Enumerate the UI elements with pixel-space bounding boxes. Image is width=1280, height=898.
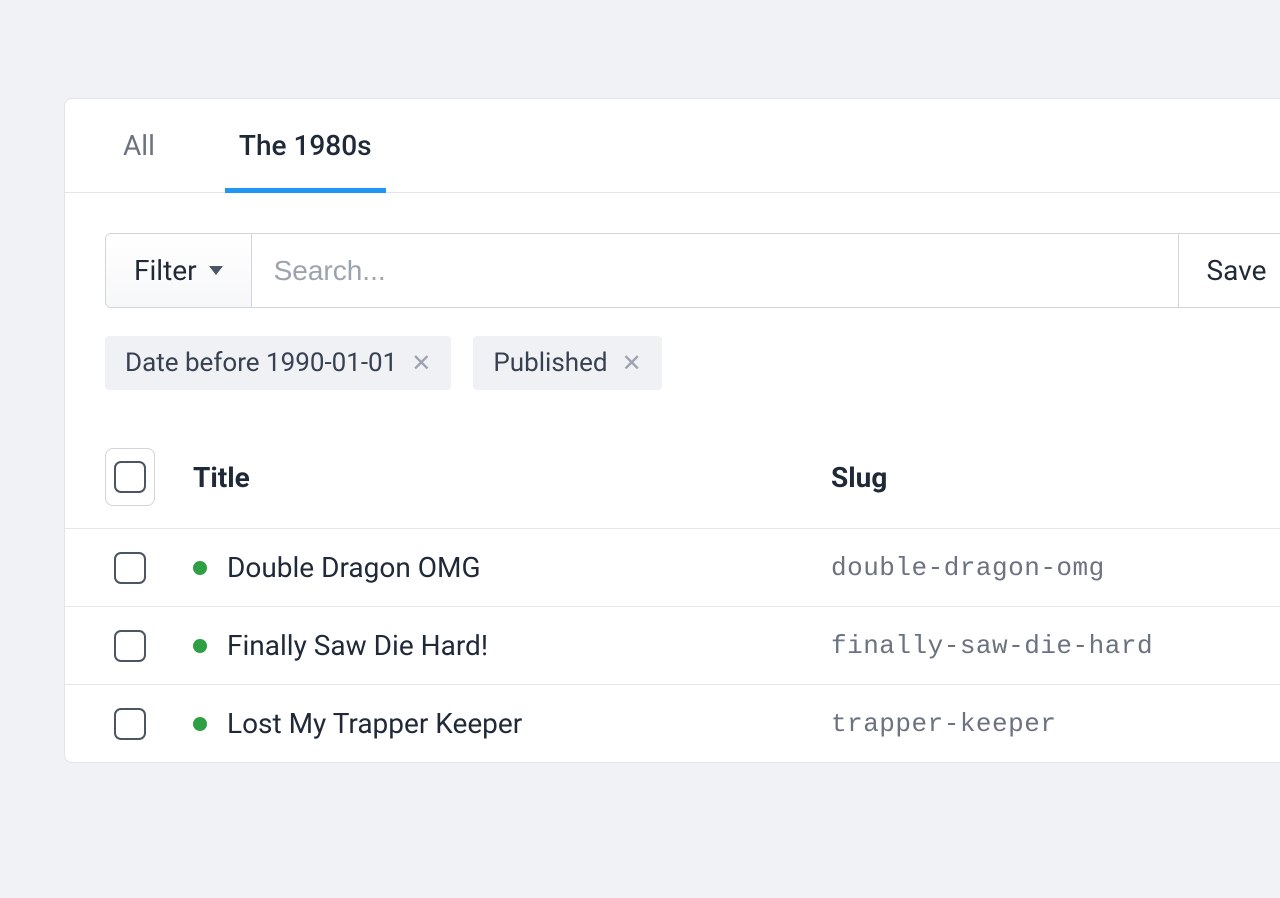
row-checkbox[interactable] [114, 630, 146, 662]
row-checkbox-cell [105, 708, 155, 740]
row-slug: finally-saw-die-hard [831, 631, 1280, 661]
row-checkbox[interactable] [114, 552, 146, 584]
table-row[interactable]: Double Dragon OMG double-dragon-omg [65, 528, 1280, 606]
tabs-bar: All The 1980s [65, 99, 1280, 193]
chip-label: Date before 1990-01-01 [125, 348, 397, 378]
filter-chips: Date before 1990-01-01 ✕ Published ✕ [65, 308, 1280, 426]
row-checkbox[interactable] [114, 708, 146, 740]
filter-label: Filter [134, 254, 197, 287]
table-row[interactable]: Finally Saw Die Hard! finally-saw-die-ha… [65, 606, 1280, 684]
row-checkbox-cell [105, 552, 155, 584]
column-header-title[interactable]: Title [183, 461, 803, 494]
table-row[interactable]: Lost My Trapper Keeper trapper-keeper [65, 684, 1280, 762]
save-button[interactable]: Save [1178, 234, 1280, 307]
row-checkbox-cell [105, 630, 155, 662]
select-all-wrapper [105, 448, 155, 506]
toolbar: Filter Save Reset [105, 233, 1280, 308]
filter-chip-date[interactable]: Date before 1990-01-01 ✕ [105, 336, 451, 390]
filter-chip-published[interactable]: Published ✕ [473, 336, 661, 390]
row-title-cell: Finally Saw Die Hard! [183, 629, 803, 662]
status-dot-icon [193, 639, 207, 653]
content-panel: All The 1980s Filter Save Reset Date bef… [64, 98, 1280, 763]
chevron-down-icon [209, 266, 223, 275]
row-title[interactable]: Double Dragon OMG [227, 551, 481, 584]
row-title[interactable]: Lost My Trapper Keeper [227, 707, 522, 740]
status-dot-icon [193, 717, 207, 731]
status-dot-icon [193, 561, 207, 575]
close-icon[interactable]: ✕ [622, 351, 642, 375]
tab-all[interactable]: All [109, 99, 169, 193]
row-slug: double-dragon-omg [831, 553, 1280, 583]
chip-label: Published [493, 348, 607, 378]
table-header: Title Slug [65, 426, 1280, 528]
row-title-cell: Lost My Trapper Keeper [183, 707, 803, 740]
column-header-slug[interactable]: Slug [831, 461, 1280, 494]
select-all-checkbox[interactable] [114, 461, 146, 493]
row-title-cell: Double Dragon OMG [183, 551, 803, 584]
close-icon[interactable]: ✕ [411, 351, 431, 375]
row-slug: trapper-keeper [831, 709, 1280, 739]
tab-the-1980s[interactable]: The 1980s [225, 99, 386, 193]
data-table: Title Slug Double Dragon OMG double-drag… [65, 426, 1280, 762]
search-input[interactable] [252, 234, 1178, 307]
filter-button[interactable]: Filter [106, 234, 252, 307]
row-title[interactable]: Finally Saw Die Hard! [227, 629, 488, 662]
